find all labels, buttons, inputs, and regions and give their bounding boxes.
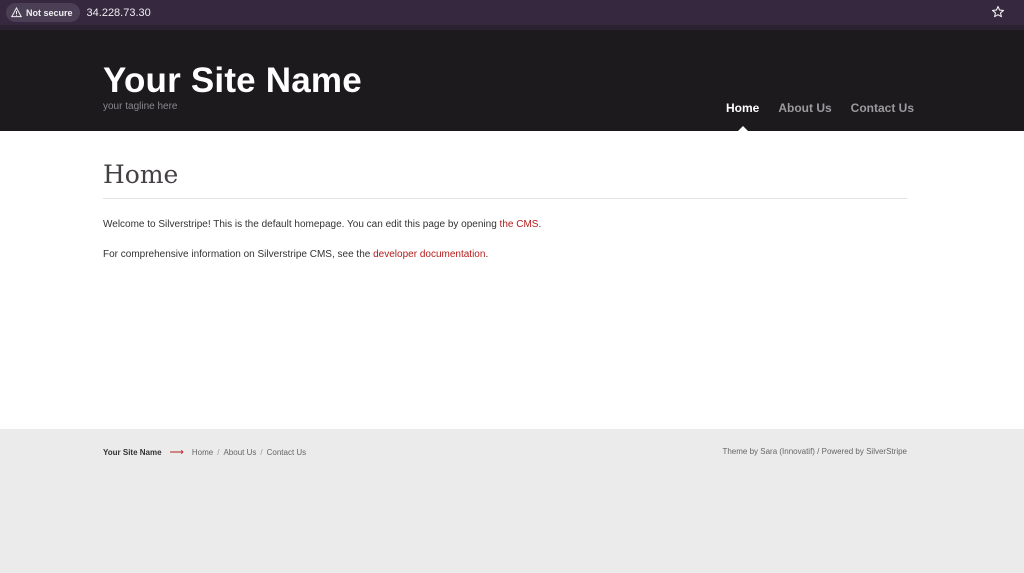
docs-text: For comprehensive information on Silvers…: [103, 249, 374, 260]
docs-end: .: [485, 249, 489, 260]
site-name[interactable]: Your Site Name: [103, 61, 362, 101]
nav-item-home[interactable]: Home: [726, 101, 759, 131]
welcome-text: Welcome to Silverstripe! This is the def…: [103, 219, 500, 230]
footer-site-name[interactable]: Your Site Name: [103, 448, 162, 457]
nav-item-contact-us[interactable]: Contact Us: [851, 101, 914, 115]
footer-separator: /: [217, 448, 220, 457]
page-title: Home: [103, 160, 179, 189]
footer-link-contact-us[interactable]: Contact Us: [267, 448, 307, 457]
bookmark-star-icon[interactable]: [991, 5, 1005, 19]
url-field[interactable]: 34.228.73.30: [87, 7, 151, 19]
welcome-end: .: [538, 219, 542, 230]
title-divider: [103, 198, 907, 199]
main-navigation: Home About Us Contact Us: [726, 101, 933, 131]
footer-credit: Theme by Sara (Innovatif) / Powered by S…: [722, 447, 907, 456]
footer-link-home[interactable]: Home: [192, 448, 213, 457]
site-tagline: your tagline here: [103, 101, 178, 112]
developer-docs-link[interactable]: developer documentation: [373, 249, 485, 260]
nav-item-about-us[interactable]: About Us: [778, 101, 831, 115]
main-content: Home Welcome to Silverstripe! This is th…: [0, 131, 1024, 429]
cms-link[interactable]: the CMS: [500, 219, 539, 230]
footer-separator: /: [260, 448, 263, 457]
warning-icon: [11, 7, 22, 18]
welcome-paragraph: Welcome to Silverstripe! This is the def…: [103, 219, 541, 230]
browser-address-bar: Not secure 34.228.73.30: [0, 0, 1024, 25]
security-indicator[interactable]: Not secure: [6, 3, 80, 22]
footer-breadcrumb: Your Site Name ⟶ Home / About Us / Conta…: [103, 447, 306, 458]
footer-link-about-us[interactable]: About Us: [223, 448, 256, 457]
arrow-right-icon: ⟶: [169, 447, 184, 458]
site-header: Your Site Name your tagline here Home Ab…: [0, 30, 1024, 131]
site-footer: Your Site Name ⟶ Home / About Us / Conta…: [0, 429, 1024, 573]
security-label: Not secure: [26, 7, 73, 18]
docs-paragraph: For comprehensive information on Silvers…: [103, 249, 488, 260]
